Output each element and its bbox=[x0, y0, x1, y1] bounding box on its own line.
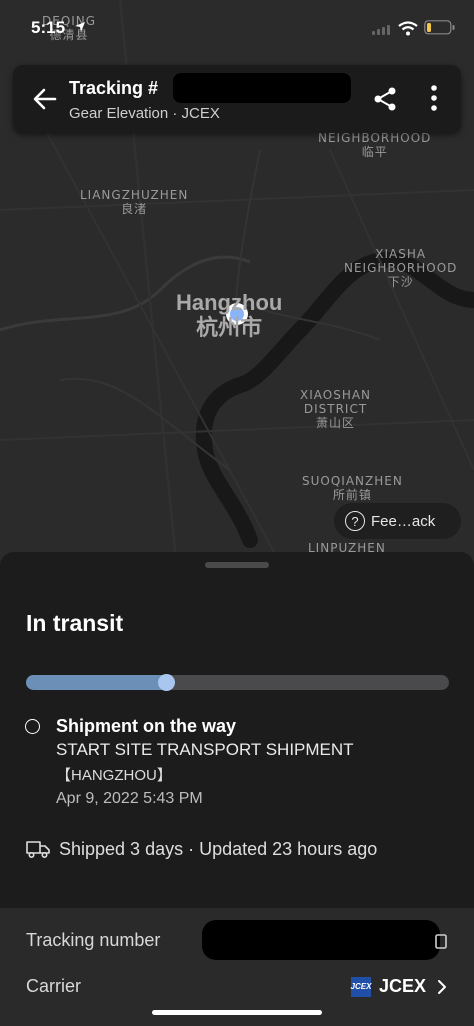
shipment-summary: Shipped 3 days · Updated 23 hours ago bbox=[26, 838, 377, 860]
shipment-sheet: In transit Shipment on the way START SIT… bbox=[0, 552, 474, 1026]
carrier-label: Carrier bbox=[26, 976, 82, 996]
map-label-liangzhu: LIANGZHUZHEN 良渚 bbox=[80, 188, 189, 216]
chevron-right-icon bbox=[438, 979, 446, 994]
back-arrow-icon[interactable] bbox=[31, 85, 59, 113]
event-marker bbox=[25, 719, 40, 734]
redacted-tracking-value bbox=[202, 920, 440, 960]
shipment-status: In transit bbox=[26, 610, 124, 636]
carrier-logo: JCEX bbox=[351, 976, 371, 997]
signal-icon bbox=[372, 25, 390, 35]
redacted-tracking-number bbox=[173, 73, 351, 103]
feedback-label: Fee…ack bbox=[371, 512, 436, 530]
home-indicator[interactable] bbox=[152, 1010, 322, 1015]
event-description: START SITE TRANSPORT SHIPMENT bbox=[56, 740, 354, 759]
location-arrow-icon bbox=[75, 22, 85, 32]
tracking-header: Tracking # Gear Elevation · JCEX bbox=[13, 65, 461, 133]
shipment-details: Tracking number Carrier JCEX JCEX bbox=[0, 908, 474, 1026]
map-label-xiaoshan: XIAOSHAN DISTRICT 萧山区 bbox=[300, 388, 372, 430]
progress-fill bbox=[26, 675, 174, 690]
carrier-name: JCEX bbox=[378, 976, 426, 996]
map-city-hangzhou: Hangzhou 杭州市 bbox=[176, 290, 283, 340]
truck-icon bbox=[26, 841, 50, 859]
shipment-summary-text: Shipped 3 days · Updated 23 hours ago bbox=[59, 838, 378, 859]
map-label-xiasha: XIASHA NEIGHBORHOOD 下沙 bbox=[344, 247, 458, 289]
status-time: 5:15 bbox=[31, 18, 66, 37]
progress-knob bbox=[157, 674, 175, 691]
copy-icon[interactable] bbox=[432, 930, 448, 950]
more-options-icon[interactable] bbox=[425, 83, 443, 113]
tracking-title: Tracking # bbox=[69, 78, 159, 98]
event-date: Apr 9, 2022 5:43 PM bbox=[56, 790, 203, 807]
feedback-button[interactable]: ? Fee…ack bbox=[334, 503, 461, 539]
help-icon: ? bbox=[345, 511, 365, 531]
sheet-drag-handle[interactable] bbox=[205, 562, 269, 568]
progress-bar bbox=[26, 674, 449, 691]
share-icon[interactable] bbox=[371, 85, 399, 113]
map-label-linping: NEIGHBORHOOD 临平 bbox=[318, 131, 432, 159]
map-label-suoqian: SUOQIANZHEN 所前镇 bbox=[302, 474, 403, 502]
battery-icon bbox=[424, 20, 455, 35]
carrier-link[interactable]: JCEX JCEX bbox=[351, 976, 448, 997]
tracking-subtitle: Gear Elevation · JCEX bbox=[69, 105, 220, 122]
status-bar: 5:15 bbox=[0, 0, 474, 50]
event-location: 【HANGZHOU】 bbox=[56, 767, 172, 784]
event-title: Shipment on the way bbox=[56, 716, 237, 736]
wifi-icon bbox=[398, 21, 418, 36]
tracking-number-label: Tracking number bbox=[26, 930, 161, 950]
